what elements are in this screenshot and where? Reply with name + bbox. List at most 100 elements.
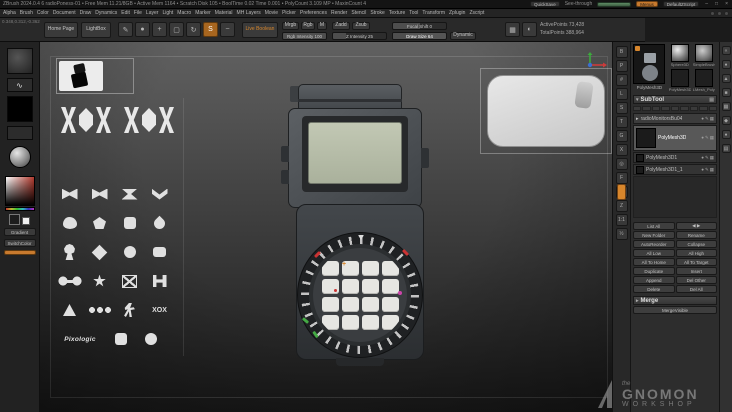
eye-icon[interactable]: ● bbox=[701, 135, 704, 141]
menu-light[interactable]: Light bbox=[162, 10, 173, 16]
list-icon[interactable]: ▤ bbox=[709, 97, 714, 103]
subtool-quick-slot[interactable] bbox=[699, 106, 708, 111]
draw-icon[interactable]: ● bbox=[135, 22, 150, 37]
draw-size-slider[interactable]: Draw Size 64 bbox=[392, 32, 447, 40]
switchcolor-button[interactable]: SwitchColor bbox=[3, 239, 36, 247]
active-mode-badge[interactable] bbox=[3, 250, 36, 255]
keypad-key[interactable] bbox=[321, 296, 339, 312]
mrgb-button[interactable]: Mrgb bbox=[282, 22, 299, 30]
alpha-thumbnail-circle[interactable] bbox=[116, 240, 143, 264]
floor-grid-icon[interactable]: # bbox=[615, 74, 628, 86]
alpha-thumbnail-blob[interactable] bbox=[56, 211, 83, 235]
tray-color-icon[interactable]: ● bbox=[721, 130, 731, 139]
aa-half-icon[interactable]: ½ bbox=[615, 228, 628, 240]
alpha-thumbnail-xoxsmall[interactable]: XOX bbox=[146, 298, 173, 322]
menu-material[interactable]: Material bbox=[215, 10, 233, 16]
menu-edit[interactable]: Edit bbox=[121, 10, 130, 16]
subtool-button-append[interactable]: Append bbox=[633, 276, 675, 284]
bpr-render-icon[interactable]: B bbox=[615, 46, 628, 58]
alpha-thumbnail-runner[interactable] bbox=[116, 298, 143, 322]
current-brush-thumbnail[interactable] bbox=[6, 48, 33, 74]
solo-icon[interactable]: ◎ bbox=[615, 158, 628, 170]
alpha-thumbnail-pixologic[interactable]: Pixologic bbox=[56, 327, 104, 351]
menu-zscript[interactable]: Zscript bbox=[469, 10, 484, 16]
home-icon[interactable] bbox=[717, 10, 722, 16]
main-color-swatch[interactable] bbox=[9, 214, 20, 225]
menu-marker[interactable]: Marker bbox=[195, 10, 211, 16]
subtool-quick-slot[interactable] bbox=[708, 106, 717, 111]
menu-stroke[interactable]: Stroke bbox=[370, 10, 384, 16]
default-zscript-button[interactable]: DefaultZScript bbox=[662, 1, 700, 7]
close-icon[interactable]: × bbox=[724, 1, 729, 7]
subtool-item-polymesh3d1-1[interactable]: PolyMesh3D1_1 ● ✎ ▦ bbox=[633, 164, 717, 175]
menu-dynamics[interactable]: Dynamics bbox=[95, 10, 117, 16]
zoom-doc-icon[interactable]: Z bbox=[615, 200, 628, 212]
alpha-thumbnail-roundsq[interactable] bbox=[116, 211, 143, 235]
sculptris-icon[interactable]: S bbox=[203, 22, 218, 37]
alpha-thumbnail-burst[interactable] bbox=[86, 269, 113, 293]
subtool-button-new-folder[interactable]: New Folder bbox=[633, 231, 675, 239]
menu-draw[interactable]: Draw bbox=[80, 10, 92, 16]
uv-icon[interactable]: ▦ bbox=[710, 167, 714, 173]
alpha-thumbnail-teardrop[interactable] bbox=[146, 211, 173, 235]
transparency-icon[interactable]: T bbox=[615, 116, 628, 128]
subtool-quick-slot[interactable] bbox=[680, 106, 689, 111]
current-texture-thumbnail[interactable] bbox=[6, 126, 33, 140]
menu-layer[interactable]: Layer bbox=[146, 10, 159, 16]
subtool-button-collapse[interactable]: Collapse bbox=[675, 240, 717, 248]
menu-brush[interactable]: Brush bbox=[20, 10, 33, 16]
tray-collapse-icon[interactable]: « bbox=[721, 46, 731, 55]
ghost-icon[interactable]: G bbox=[615, 130, 628, 142]
tray-alpha-icon[interactable]: ■ bbox=[721, 88, 731, 97]
current-tool-thumbnail[interactable] bbox=[633, 44, 665, 84]
tray-brush-icon[interactable]: ● bbox=[721, 60, 731, 69]
subtool-button-insert[interactable]: Insert bbox=[675, 267, 717, 275]
menu-movie[interactable]: Movie bbox=[265, 10, 278, 16]
alpha-thumbnail-logo[interactable] bbox=[56, 98, 116, 142]
focal-shift-slider[interactable]: Focal Shift 0 bbox=[392, 22, 447, 30]
menu-color[interactable]: Color bbox=[37, 10, 49, 16]
alpha-thumbnail-pentagon[interactable] bbox=[86, 211, 113, 235]
menu-mh-layers[interactable]: MH Layers bbox=[237, 10, 261, 16]
subtool-item-polymesh3d1[interactable]: PolyMesh3D1 ● ✎ ▦ bbox=[633, 152, 717, 163]
m-button[interactable]: M bbox=[317, 22, 327, 30]
rgb-intensity-slider[interactable]: Rgb Intensity 100 bbox=[282, 32, 327, 40]
subtool-button-all-high[interactable]: All High bbox=[675, 249, 717, 257]
subtool-button-delete[interactable]: Delete bbox=[633, 285, 675, 293]
dynamic-button[interactable]: Dynamic bbox=[450, 32, 476, 40]
keypad-key[interactable] bbox=[361, 278, 379, 294]
current-stroke-thumbnail[interactable]: ∿ bbox=[6, 78, 33, 92]
quickpick-thumbnail[interactable] bbox=[59, 61, 103, 91]
merge-header[interactable]: ▸ Merge bbox=[633, 296, 717, 305]
lightbox-button[interactable]: LightBox bbox=[81, 22, 111, 38]
document-canvas[interactable]: XOX Pixologic + bbox=[40, 42, 612, 412]
subtool-button-autoreorder[interactable]: AutoReorder bbox=[633, 240, 675, 248]
uv-icon[interactable]: ▦ bbox=[710, 155, 714, 161]
tray-layers-icon[interactable]: ▤ bbox=[721, 144, 731, 153]
menu-zplugin[interactable]: Zplugin bbox=[449, 10, 465, 16]
color-picker[interactable] bbox=[4, 176, 35, 206]
minimize-icon[interactable]: – bbox=[704, 1, 709, 7]
subtool-quick-slot[interactable] bbox=[633, 106, 642, 111]
local-transform-icon[interactable]: L bbox=[615, 88, 628, 100]
uv-icon[interactable]: ▦ bbox=[710, 116, 714, 122]
home-page-button[interactable]: Home Page bbox=[44, 22, 78, 38]
account-icon[interactable] bbox=[724, 10, 729, 16]
polypaint-icon[interactable]: ✎ bbox=[705, 116, 709, 122]
subtool-button-all-to-home[interactable]: All To Home bbox=[633, 258, 675, 266]
menu-texture[interactable]: Texture bbox=[389, 10, 405, 16]
alpha-thumbnail-ribbon[interactable] bbox=[116, 182, 143, 206]
menu-stencil[interactable]: Stencil bbox=[351, 10, 366, 16]
alpha-thumbnail-xbox[interactable] bbox=[116, 269, 143, 293]
actual-size-icon[interactable]: 1:1 bbox=[615, 214, 628, 226]
menu-document[interactable]: Document bbox=[53, 10, 76, 16]
subtool-header[interactable]: ▾ SubTool ▤ bbox=[633, 95, 717, 104]
eye-icon[interactable]: ● bbox=[701, 167, 704, 173]
move-icon[interactable]: + bbox=[152, 22, 167, 37]
stroke-icon[interactable]: ~ bbox=[220, 22, 235, 37]
polypaint-icon[interactable]: ▦ bbox=[505, 22, 520, 37]
menu-alpha[interactable]: Alpha bbox=[3, 10, 16, 16]
menu-macro[interactable]: Macro bbox=[177, 10, 191, 16]
keypad-key[interactable] bbox=[341, 278, 359, 294]
alpha-thumbnail-logo[interactable] bbox=[119, 98, 179, 142]
